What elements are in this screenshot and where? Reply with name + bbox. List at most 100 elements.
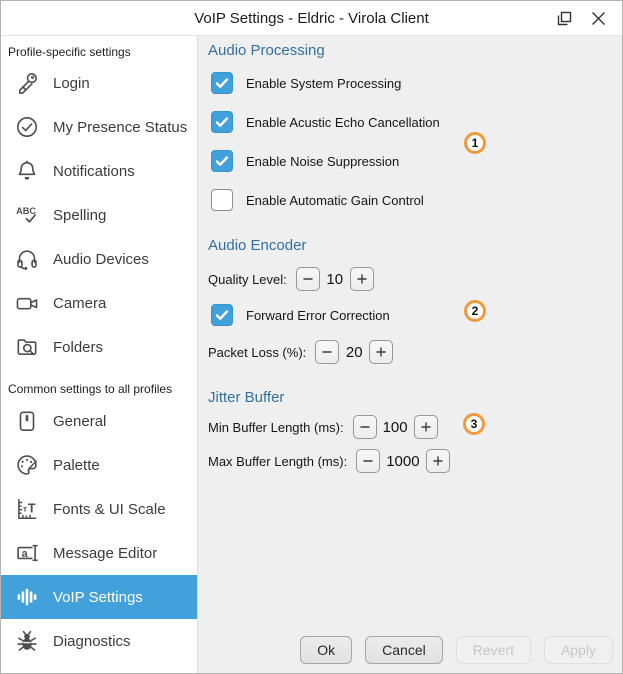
voip-settings-dialog: VoIP Settings - Eldric - Virola Client P… <box>0 0 623 674</box>
sidebar-item-label: Audio Devices <box>53 250 149 268</box>
sidebar-item-label: VoIP Settings <box>53 588 143 606</box>
text-editor-icon: a <box>13 540 40 567</box>
sidebar-item-audio-devices[interactable]: Audio Devices <box>1 237 197 281</box>
headset-icon <box>13 246 40 273</box>
step-badge-2: 2 <box>464 300 486 322</box>
quality-level-row: Quality Level: 10 <box>208 267 622 291</box>
minus-icon <box>321 346 333 358</box>
sidebar-item-palette[interactable]: Palette <box>1 443 197 487</box>
sidebar-item-message-editor[interactable]: a Message Editor <box>1 531 197 575</box>
plus-icon <box>356 273 368 285</box>
checkbox-label: Enable Acustic Echo Cancellation <box>246 114 440 130</box>
cancel-button[interactable]: Cancel <box>365 636 443 664</box>
spellcheck-icon: ABC <box>13 202 40 229</box>
sidebar-item-diagnostics[interactable]: Diagnostics <box>1 619 197 663</box>
checkbox-label: Enable Automatic Gain Control <box>246 192 424 208</box>
settings-sidebar: Profile-specific settings Login My Prese… <box>1 36 198 673</box>
packet-loss-value: 20 <box>345 343 363 361</box>
sidebar-item-spelling[interactable]: ABC Spelling <box>1 193 197 237</box>
sidebar-item-general[interactable]: General <box>1 399 197 443</box>
sidebar-item-label: Palette <box>53 456 100 474</box>
restore-window-button[interactable] <box>552 6 576 30</box>
video-camera-icon <box>13 290 40 317</box>
voip-settings-panel: Audio Processing Enable System Processin… <box>198 36 622 673</box>
section-title-audio-processing: Audio Processing <box>208 42 325 59</box>
max-buffer-length-value: 1000 <box>386 452 420 470</box>
sidebar-item-label: Login <box>53 74 90 92</box>
noise-suppression-checkbox[interactable] <box>211 150 233 172</box>
forward-error-correction-checkbox[interactable] <box>211 304 233 326</box>
quality-level-increment-button[interactable] <box>349 267 374 291</box>
checkbox-label: Enable Noise Suppression <box>246 153 400 169</box>
plus-icon <box>432 455 444 467</box>
sidebar-section-label: Profile-specific settings <box>8 45 131 59</box>
sidebar-item-login[interactable]: Login <box>1 61 197 105</box>
sidebar-item-camera[interactable]: Camera <box>1 281 197 325</box>
checkbox-row-forward-error-correction: Forward Error Correction <box>211 304 622 326</box>
restore-icon <box>555 9 574 28</box>
sidebar-item-label: Folders <box>53 338 104 356</box>
sidebar-item-label: Spelling <box>53 206 107 224</box>
sidebar-item-label: Message Editor <box>53 544 158 562</box>
checkbox-row-automatic-gain-control: Enable Automatic Gain Control <box>211 189 622 211</box>
max-buffer-increment-button[interactable] <box>425 449 450 473</box>
sidebar-item-folders[interactable]: Folders <box>1 325 197 369</box>
min-buffer-increment-button[interactable] <box>413 415 438 439</box>
checkbox-row-noise-suppression: Enable Noise Suppression <box>211 150 622 172</box>
title-bar: VoIP Settings - Eldric - Virola Client <box>1 1 622 36</box>
packet-loss-increment-button[interactable] <box>369 340 394 364</box>
svg-text:T: T <box>27 501 35 515</box>
checkbox-row-system-processing: Enable System Processing <box>211 72 622 94</box>
automatic-gain-control-checkbox[interactable] <box>211 189 233 211</box>
checkbox-label: Enable System Processing <box>246 75 402 91</box>
packet-loss-decrement-button[interactable] <box>315 340 340 364</box>
ruler-type-icon: т T <box>13 496 40 523</box>
packet-loss-row: Packet Loss (%): 20 <box>208 340 622 364</box>
min-buffer-length-row: Min Buffer Length (ms): 100 <box>208 415 622 439</box>
minus-icon <box>302 273 314 285</box>
quality-level-value: 10 <box>326 270 344 288</box>
folder-search-icon <box>13 334 40 361</box>
window-controls <box>552 6 622 30</box>
sidebar-item-label: Fonts & UI Scale <box>53 500 166 518</box>
apply-button[interactable]: Apply <box>543 636 613 664</box>
bell-icon <box>13 158 40 185</box>
plus-icon <box>375 346 387 358</box>
minus-icon <box>359 421 371 433</box>
key-icon <box>13 70 40 97</box>
sidebar-section-label: Common settings to all profiles <box>8 382 173 396</box>
min-buffer-decrement-button[interactable] <box>352 415 377 439</box>
plus-icon <box>420 421 432 433</box>
quality-level-decrement-button[interactable] <box>295 267 320 291</box>
dialog-button-bar: Ok Cancel Revert Apply <box>300 636 613 664</box>
sidebar-item-notifications[interactable]: Notifications <box>1 149 197 193</box>
section-title-audio-encoder: Audio Encoder <box>208 237 307 254</box>
ok-button[interactable]: Ok <box>300 636 353 664</box>
sidebar-item-label: General <box>53 412 107 430</box>
window-title: VoIP Settings - Eldric - Virola Client <box>194 9 429 27</box>
palette-icon <box>13 452 40 479</box>
minus-icon <box>362 455 374 467</box>
sidebar-item-my-presence-status[interactable]: My Presence Status <box>1 105 197 149</box>
sidebar-item-voip-settings[interactable]: VoIP Settings <box>1 575 197 619</box>
sidebar-item-fonts-ui-scale[interactable]: т T Fonts & UI Scale <box>1 487 197 531</box>
close-window-button[interactable] <box>586 6 610 30</box>
checkbox-row-echo-cancellation: Enable Acustic Echo Cancellation <box>211 111 622 133</box>
svg-text:т: т <box>22 505 26 514</box>
checkbox-label: Forward Error Correction <box>246 307 390 323</box>
sidebar-item-label: My Presence Status <box>53 118 188 136</box>
min-buffer-length-value: 100 <box>382 418 408 436</box>
echo-cancellation-checkbox[interactable] <box>211 111 233 133</box>
max-buffer-length-label: Max Buffer Length (ms): <box>208 453 348 469</box>
max-buffer-length-row: Max Buffer Length (ms): 1000 <box>208 449 622 473</box>
revert-button[interactable]: Revert <box>455 636 531 664</box>
waveform-icon <box>13 584 40 611</box>
max-buffer-decrement-button[interactable] <box>356 449 381 473</box>
system-processing-checkbox[interactable] <box>211 72 233 94</box>
close-icon <box>590 10 607 27</box>
bug-icon <box>13 628 40 655</box>
sidebar-item-label: Diagnostics <box>53 632 131 650</box>
svg-text:ABC: ABC <box>16 206 36 216</box>
section-title-jitter-buffer: Jitter Buffer <box>208 389 285 406</box>
presence-check-icon <box>13 114 40 141</box>
